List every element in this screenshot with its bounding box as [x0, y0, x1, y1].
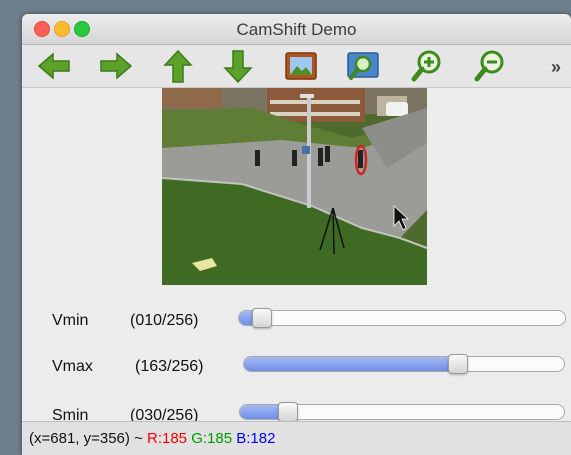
zoom-out-button[interactable]	[471, 49, 507, 83]
zoom-in-icon	[411, 50, 441, 82]
pan-down-button[interactable]	[220, 49, 256, 83]
zoom-out-icon	[474, 50, 504, 82]
pixel-red-value: R:185	[147, 430, 188, 447]
vmin-label: Vmin	[52, 312, 89, 329]
app-window: CamShift Demo » Vmin (010/256) Vmax (163…	[22, 14, 571, 455]
camera-frame[interactable]	[162, 88, 427, 285]
pixel-blue-value: B:182	[236, 430, 276, 447]
pan-left-button[interactable]	[36, 49, 72, 83]
pixel-green-value: G:185	[191, 430, 233, 447]
arrow-left-icon	[37, 52, 70, 80]
vmax-value: (163/256)	[135, 358, 204, 375]
toolbar: »	[22, 45, 571, 88]
vmin-value: (010/256)	[130, 312, 199, 329]
vmax-slider[interactable]	[243, 354, 565, 374]
title-bar: CamShift Demo	[22, 14, 571, 45]
main-content: Vmin (010/256) Vmax (163/256) Smin (030/…	[22, 88, 571, 424]
arrow-up-icon	[163, 49, 193, 83]
window-title: CamShift Demo	[236, 20, 357, 39]
camera-scene-image	[162, 88, 427, 285]
status-bar: (x=681, y=356) ~ R:185 G:185 B:182	[22, 421, 571, 455]
smin-slider-handle[interactable]	[278, 402, 298, 422]
zoom-fit-button[interactable]	[345, 49, 381, 83]
vmin-slider[interactable]	[238, 308, 566, 328]
vmax-slider-fill	[244, 357, 457, 371]
arrow-down-icon	[223, 50, 253, 83]
pan-up-button[interactable]	[160, 49, 196, 83]
cursor-coordinates: (x=681, y=356) ~	[29, 430, 143, 447]
image-icon	[285, 52, 317, 80]
vmax-label: Vmax	[52, 358, 93, 375]
pan-right-button[interactable]	[98, 49, 134, 83]
vmax-slider-handle[interactable]	[448, 354, 468, 374]
zoom-in-button[interactable]	[408, 49, 444, 83]
toolbar-overflow-button[interactable]: »	[551, 57, 561, 78]
smin-slider[interactable]	[239, 402, 565, 422]
arrow-right-icon	[100, 52, 133, 80]
show-image-button[interactable]	[283, 49, 319, 83]
zoom-fit-icon	[347, 52, 379, 80]
vmin-slider-handle[interactable]	[252, 308, 272, 328]
